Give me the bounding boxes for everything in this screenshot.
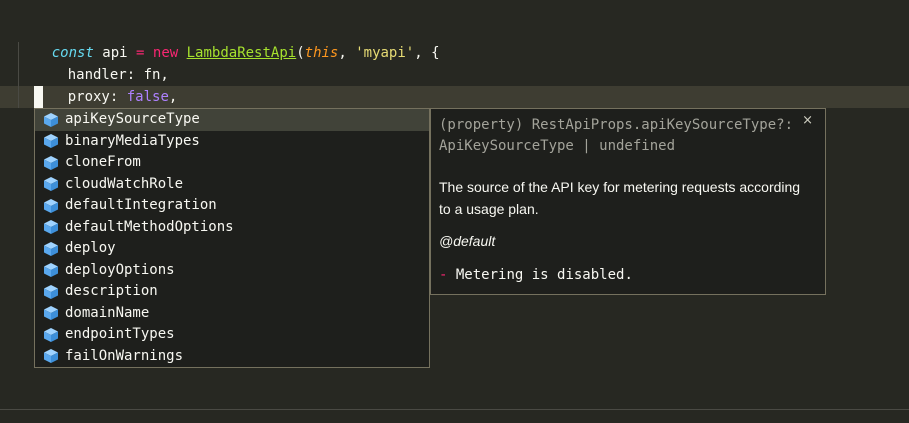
- suggest-item-clonefrom[interactable]: cloneFrom: [35, 152, 429, 174]
- property-cube-icon: [42, 241, 60, 257]
- property-cube-icon: [42, 348, 60, 364]
- suggest-item-label: description: [65, 283, 158, 299]
- keyword-this: this: [304, 45, 339, 61]
- property-cube-icon: [42, 133, 60, 149]
- proxy-key: proxy:: [67, 89, 127, 105]
- suggest-item-label: deploy: [65, 240, 116, 256]
- suggest-item-deploy[interactable]: deploy: [35, 238, 429, 260]
- boolean-false: false: [126, 89, 169, 105]
- class-name: LambdaRestApi: [186, 45, 297, 61]
- panel-divider: [0, 409, 909, 410]
- suggest-item-defaultmethodoptions[interactable]: defaultMethodOptions: [35, 217, 429, 239]
- property-cube-icon: [42, 112, 60, 128]
- brace-open: , {: [414, 45, 440, 61]
- suggest-item-failonwarnings[interactable]: failOnWarnings: [35, 346, 429, 368]
- suggest-item-label: deployOptions: [65, 261, 175, 278]
- suggest-item-defaultintegration[interactable]: defaultIntegration: [35, 195, 429, 217]
- suggest-widget[interactable]: apiKeySourceType binaryMediaTypes cloneF…: [34, 108, 430, 368]
- suggest-item-label: domainName: [65, 304, 150, 321]
- paren-open: (: [296, 45, 305, 61]
- close-icon[interactable]: ×: [802, 113, 813, 128]
- property-signature: (property) RestApiProps.apiKeySourceType…: [439, 117, 794, 154]
- suggest-item-binarymediatypes[interactable]: binaryMediaTypes: [35, 131, 429, 153]
- property-cube-icon: [42, 327, 60, 343]
- suggest-item-apikeysourcetype[interactable]: apiKeySourceType: [35, 109, 429, 131]
- comma: ,: [338, 45, 356, 61]
- jsdoc-tag-detail: - Metering is disabled.: [439, 267, 633, 283]
- property-cube-icon: [42, 284, 60, 300]
- property-cube-icon: [42, 219, 60, 235]
- suggest-item-label: cloudWatchRole: [65, 175, 184, 192]
- property-cube-icon: [42, 155, 60, 171]
- property-cube-icon: [42, 262, 60, 278]
- string-literal: 'myapi': [355, 45, 415, 61]
- suggest-item-description[interactable]: description: [35, 281, 429, 303]
- suggest-item-cloudwatchrole[interactable]: cloudWatchRole: [35, 174, 429, 196]
- code-line-1[interactable]: const api = new LambdaRestApi(this, 'mya…: [18, 20, 440, 61]
- jsdoc-tag: @default: [439, 233, 496, 249]
- suggest-item-endpointtypes[interactable]: endpointTypes: [35, 324, 429, 346]
- suggest-item-domainname[interactable]: domainName: [35, 303, 429, 325]
- property-cube-icon: [42, 198, 60, 214]
- suggest-item-label: failOnWarnings: [65, 347, 184, 364]
- comma: ,: [168, 89, 178, 105]
- code-line-3[interactable]: proxy: false,: [34, 64, 178, 105]
- suggest-item-deployoptions[interactable]: deployOptions: [35, 260, 429, 282]
- suggest-details-panel: (property) RestApiProps.apiKeySourceType…: [430, 108, 826, 295]
- text-cursor: [34, 86, 43, 108]
- property-cube-icon: [42, 305, 60, 321]
- suggest-item-label: cloneFrom: [65, 154, 141, 170]
- tag-detail-text: Metering is disabled.: [447, 267, 633, 283]
- suggest-item-label: defaultMethodOptions: [65, 218, 234, 235]
- suggest-item-label: endpointTypes: [65, 326, 175, 342]
- suggest-item-label: binaryMediaTypes: [65, 132, 200, 149]
- property-cube-icon: [42, 176, 60, 192]
- suggest-item-label: defaultIntegration: [65, 197, 217, 213]
- code-line-2[interactable]: handler: fn,: [34, 42, 169, 83]
- property-description: The source of the API key for metering r…: [439, 179, 801, 217]
- suggest-item-label: apiKeySourceType: [65, 111, 200, 127]
